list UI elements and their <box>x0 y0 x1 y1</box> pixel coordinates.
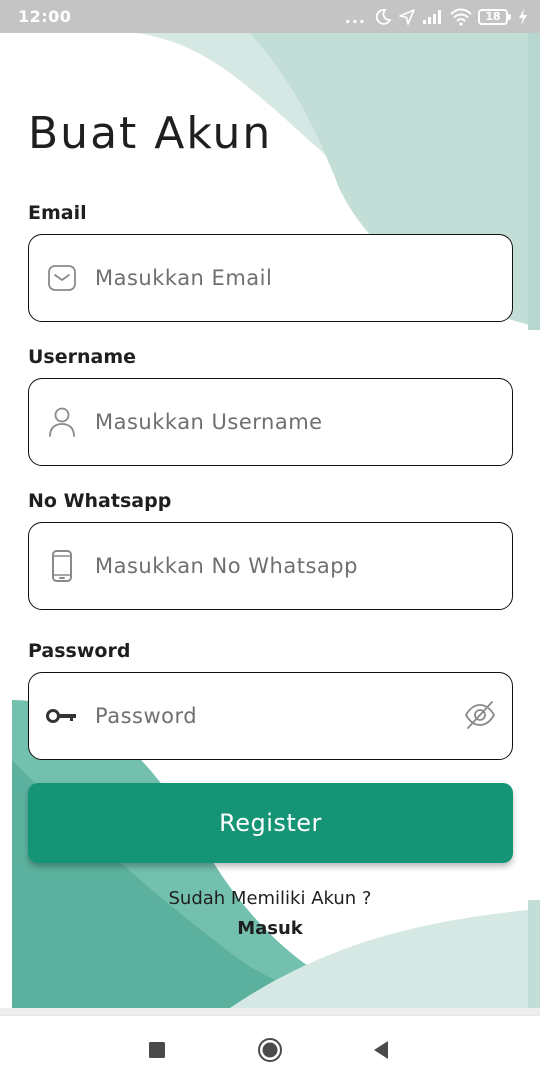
password-field[interactable]: Password <box>28 672 513 760</box>
back-triangle-icon[interactable] <box>367 1036 395 1064</box>
email-placeholder: Masukkan Email <box>95 266 273 290</box>
username-label: Username <box>28 346 137 368</box>
whatsapp-placeholder: Masukkan No Whatsapp <box>95 554 358 578</box>
username-placeholder: Masukkan Username <box>95 410 323 434</box>
status-time: 12:00 <box>18 7 72 26</box>
whatsapp-label: No Whatsapp <box>28 490 172 512</box>
email-label: Email <box>28 202 87 224</box>
signal-icon <box>422 9 444 25</box>
recents-square-icon[interactable] <box>143 1036 171 1064</box>
register-button[interactable]: Register <box>28 783 513 863</box>
login-link[interactable]: Masuk <box>0 918 540 939</box>
charging-bolt-icon <box>518 9 528 25</box>
email-field[interactable]: Masukkan Email <box>28 234 513 322</box>
home-circle-icon[interactable] <box>256 1036 284 1064</box>
whatsapp-field[interactable]: Masukkan No Whatsapp <box>28 522 513 610</box>
register-screen: Buat Akun Email Masukkan Email Username … <box>0 0 540 1080</box>
page-title: Buat Akun <box>28 108 273 159</box>
password-placeholder: Password <box>95 704 198 728</box>
status-bar: 12:00 ... 18 <box>0 0 540 33</box>
password-label: Password <box>28 640 131 662</box>
status-icons: ... 18 <box>345 6 528 28</box>
more-dots: ... <box>344 7 366 27</box>
key-icon <box>29 707 95 725</box>
wifi-icon <box>450 8 472 26</box>
navigation-bar <box>0 1015 540 1080</box>
location-arrow-icon <box>398 8 416 26</box>
moon-icon <box>374 8 392 26</box>
login-prompt: Sudah Memiliki Akun ? <box>168 888 372 909</box>
user-icon <box>29 406 95 438</box>
username-field[interactable]: Masukkan Username <box>28 378 513 466</box>
envelope-icon <box>29 263 95 293</box>
phone-icon <box>29 549 95 583</box>
eye-off-icon[interactable] <box>464 699 496 735</box>
battery-icon: 18 <box>478 9 511 25</box>
